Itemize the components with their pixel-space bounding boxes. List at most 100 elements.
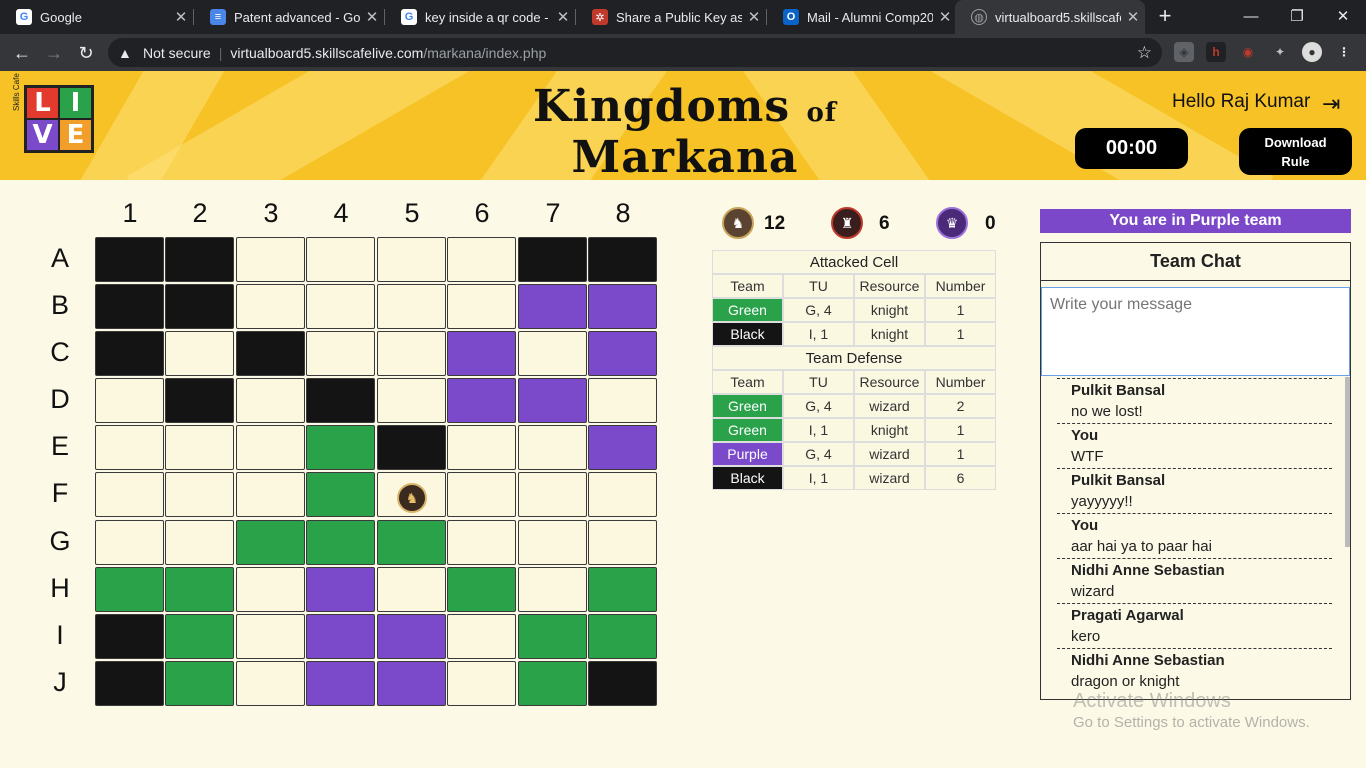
- profile-avatar-icon[interactable]: ●: [1302, 42, 1322, 62]
- board-cell-B3[interactable]: [236, 284, 305, 329]
- close-tab-icon[interactable]: ✕: [551, 8, 575, 26]
- board-cell-E2[interactable]: [165, 425, 234, 470]
- board-cell-A5[interactable]: [377, 237, 446, 282]
- board-cell-B4[interactable]: [306, 284, 375, 329]
- board-cell-D5[interactable]: [377, 378, 446, 423]
- address-bar[interactable]: ▲ Not secure | virtualboard5.skillscafel…: [108, 38, 1162, 67]
- board-cell-A8[interactable]: [588, 237, 657, 282]
- board-cell-E7[interactable]: [518, 425, 587, 470]
- download-rule-button[interactable]: Download Rule: [1239, 128, 1352, 175]
- board-cell-I4[interactable]: [306, 614, 375, 659]
- board-cell-B5[interactable]: [377, 284, 446, 329]
- board-cell-G3[interactable]: [236, 520, 305, 565]
- close-tab-icon[interactable]: ✕: [933, 8, 957, 26]
- h-extension-icon[interactable]: h: [1206, 42, 1226, 62]
- board-cell-I1[interactable]: [95, 614, 164, 659]
- extensions-puzzle-icon[interactable]: ✦: [1270, 42, 1290, 62]
- board-cell-D1[interactable]: [95, 378, 164, 423]
- board-cell-H7[interactable]: [518, 567, 587, 612]
- board-cell-H2[interactable]: [165, 567, 234, 612]
- close-tab-icon[interactable]: ✕: [169, 8, 193, 26]
- board-cell-E5[interactable]: [377, 425, 446, 470]
- chat-message-input[interactable]: [1041, 287, 1350, 376]
- board-cell-I7[interactable]: [518, 614, 587, 659]
- board-cell-B8[interactable]: [588, 284, 657, 329]
- board-cell-G8[interactable]: [588, 520, 657, 565]
- board-cell-B6[interactable]: [447, 284, 516, 329]
- board-cell-J1[interactable]: [95, 661, 164, 706]
- board-cell-J2[interactable]: [165, 661, 234, 706]
- board-cell-A7[interactable]: [518, 237, 587, 282]
- board-cell-A6[interactable]: [447, 237, 516, 282]
- new-tab-button[interactable]: +: [1152, 4, 1178, 30]
- board-cell-C4[interactable]: [306, 331, 375, 376]
- board-cell-J7[interactable]: [518, 661, 587, 706]
- board-cell-I6[interactable]: [447, 614, 516, 659]
- board-cell-F2[interactable]: [165, 472, 234, 517]
- board-cell-G4[interactable]: [306, 520, 375, 565]
- restore-icon[interactable]: ❐: [1274, 0, 1320, 32]
- warning-icon[interactable]: ▲: [118, 45, 134, 61]
- board-cell-C3[interactable]: [236, 331, 305, 376]
- board-cell-I8[interactable]: [588, 614, 657, 659]
- close-window-icon[interactable]: ✕: [1320, 0, 1366, 32]
- reload-icon[interactable]: ↻: [72, 39, 100, 67]
- board-cell-D4[interactable]: [306, 378, 375, 423]
- board-cell-B7[interactable]: [518, 284, 587, 329]
- board-cell-B1[interactable]: [95, 284, 164, 329]
- board-cell-F3[interactable]: [236, 472, 305, 517]
- back-icon[interactable]: ←: [8, 39, 36, 67]
- chat-scrollbar[interactable]: [1345, 377, 1350, 547]
- browser-tab[interactable]: ✲ Share a Public Key as a ✕: [576, 0, 766, 34]
- security-label[interactable]: Not secure: [143, 45, 211, 61]
- board-cell-D3[interactable]: [236, 378, 305, 423]
- board-cell-C8[interactable]: [588, 331, 657, 376]
- board-cell-C6[interactable]: [447, 331, 516, 376]
- forward-icon[interactable]: →: [40, 39, 68, 67]
- board-cell-E8[interactable]: [588, 425, 657, 470]
- board-cell-G5[interactable]: [377, 520, 446, 565]
- board-cell-C5[interactable]: [377, 331, 446, 376]
- board-cell-J8[interactable]: [588, 661, 657, 706]
- browser-tab[interactable]: G key inside a qr code - G ✕: [385, 0, 575, 34]
- board-cell-G2[interactable]: [165, 520, 234, 565]
- board-cell-H6[interactable]: [447, 567, 516, 612]
- close-tab-icon[interactable]: ✕: [360, 8, 384, 26]
- board-cell-F4[interactable]: [306, 472, 375, 517]
- board-cell-C1[interactable]: [95, 331, 164, 376]
- board-cell-F6[interactable]: [447, 472, 516, 517]
- minimize-icon[interactable]: —: [1228, 0, 1274, 32]
- board-cell-B2[interactable]: [165, 284, 234, 329]
- board-cell-C7[interactable]: [518, 331, 587, 376]
- board-cell-D2[interactable]: [165, 378, 234, 423]
- board-cell-G7[interactable]: [518, 520, 587, 565]
- board-cell-H8[interactable]: [588, 567, 657, 612]
- board-cell-A2[interactable]: [165, 237, 234, 282]
- board-cell-H1[interactable]: [95, 567, 164, 612]
- board-cell-E1[interactable]: [95, 425, 164, 470]
- bookmark-star-icon[interactable]: ☆: [1137, 43, 1152, 63]
- board-cell-A1[interactable]: [95, 237, 164, 282]
- board-cell-H4[interactable]: [306, 567, 375, 612]
- board-cell-H3[interactable]: [236, 567, 305, 612]
- board-cell-F7[interactable]: [518, 472, 587, 517]
- board-cell-A3[interactable]: [236, 237, 305, 282]
- board-cell-E4[interactable]: [306, 425, 375, 470]
- board-cell-G1[interactable]: [95, 520, 164, 565]
- board-cell-H5[interactable]: [377, 567, 446, 612]
- board-cell-D8[interactable]: [588, 378, 657, 423]
- logout-icon[interactable]: ⇥: [1322, 93, 1348, 115]
- chat-message-list[interactable]: Pulkit Bansal no we lost! You WTF Pulkit Ban…: [1041, 378, 1346, 699]
- board-cell-D7[interactable]: [518, 378, 587, 423]
- menu-kebab-icon[interactable]: ⋮: [1334, 42, 1354, 62]
- board-cell-J6[interactable]: [447, 661, 516, 706]
- close-tab-icon[interactable]: ✕: [742, 8, 766, 26]
- browser-tab-active[interactable]: ◍ virtualboard5.skillscafel ✕: [955, 0, 1145, 34]
- board-cell-E6[interactable]: [447, 425, 516, 470]
- board-cell-I5[interactable]: [377, 614, 446, 659]
- board-cell-E3[interactable]: [236, 425, 305, 470]
- board-cell-J4[interactable]: [306, 661, 375, 706]
- browser-tab[interactable]: ≡ Patent advanced - Goog ✕: [194, 0, 384, 34]
- shield-extension-icon[interactable]: ◈: [1174, 42, 1194, 62]
- board-cell-A4[interactable]: [306, 237, 375, 282]
